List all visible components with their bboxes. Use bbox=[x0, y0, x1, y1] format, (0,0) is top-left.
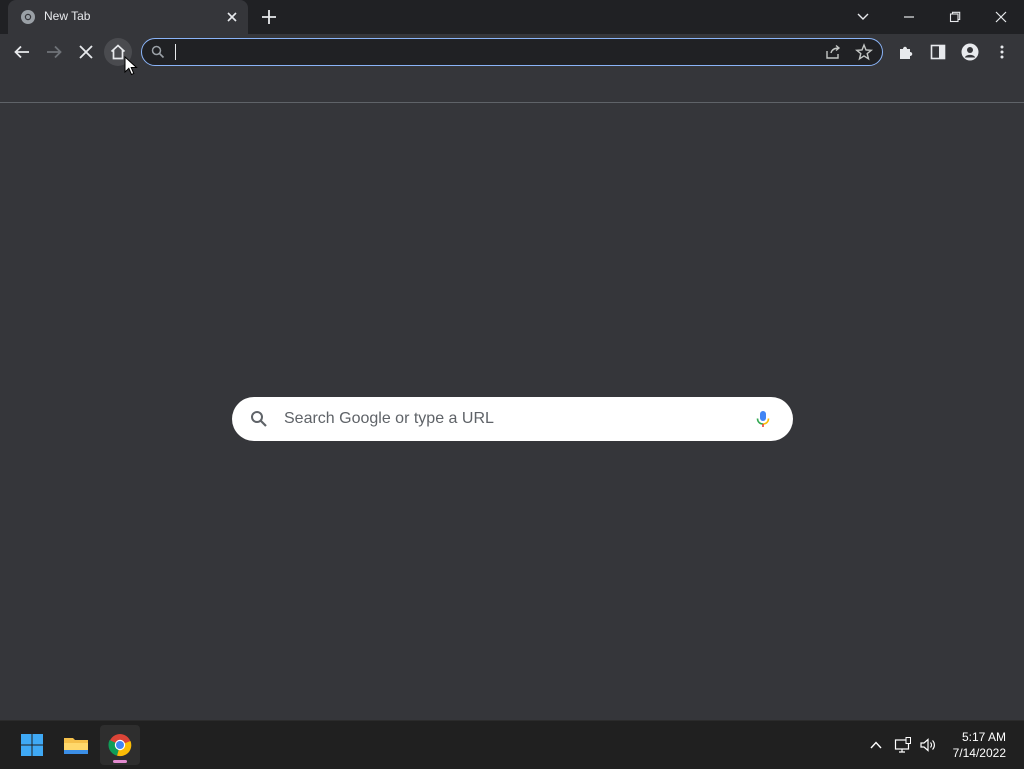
tab-title: New Tab bbox=[44, 9, 91, 23]
title-bar: New Tab bbox=[0, 0, 1024, 34]
ntp-search-placeholder: Search Google or type a URL bbox=[284, 410, 494, 427]
chevron-down-icon bbox=[857, 13, 869, 20]
toolbar bbox=[0, 34, 1024, 70]
microphone-icon[interactable] bbox=[753, 409, 773, 429]
windows-logo-icon bbox=[21, 734, 43, 756]
back-button[interactable] bbox=[8, 38, 36, 66]
chrome-taskbar-button[interactable] bbox=[100, 725, 140, 765]
share-icon[interactable] bbox=[824, 43, 842, 61]
arrow-right-icon bbox=[47, 45, 62, 59]
new-tab-icon bbox=[21, 10, 35, 24]
start-button[interactable] bbox=[12, 725, 52, 765]
arrow-left-icon bbox=[14, 45, 29, 59]
close-window-button[interactable] bbox=[978, 0, 1024, 34]
close-icon bbox=[995, 11, 1007, 23]
kebab-menu-icon bbox=[1000, 45, 1004, 59]
stop-icon bbox=[79, 45, 93, 59]
mouse-cursor-icon bbox=[124, 56, 138, 76]
side-panel-button[interactable] bbox=[924, 38, 952, 66]
restore-button[interactable] bbox=[932, 0, 978, 34]
clock-date: 7/14/2022 bbox=[952, 746, 1006, 760]
bookmarks-bar bbox=[0, 70, 1024, 103]
file-explorer-button[interactable] bbox=[56, 725, 96, 765]
volume-button[interactable] bbox=[918, 735, 938, 755]
stop-button[interactable] bbox=[72, 38, 100, 66]
tab-search-button[interactable] bbox=[840, 0, 886, 34]
volume-icon bbox=[920, 738, 935, 752]
search-icon bbox=[151, 45, 165, 59]
tab-new-tab[interactable]: New Tab bbox=[8, 0, 248, 34]
active-app-indicator bbox=[113, 760, 127, 763]
minimize-button[interactable] bbox=[886, 0, 932, 34]
restore-icon bbox=[949, 11, 961, 23]
network-icon bbox=[894, 737, 911, 753]
forward-button[interactable] bbox=[40, 38, 68, 66]
text-caret bbox=[175, 44, 176, 60]
profile-button[interactable] bbox=[956, 38, 984, 66]
chevron-up-icon bbox=[870, 741, 882, 749]
chrome-icon bbox=[108, 734, 132, 757]
side-panel-icon bbox=[930, 44, 946, 60]
address-bar[interactable] bbox=[141, 38, 883, 66]
minimize-icon bbox=[904, 16, 914, 18]
close-icon[interactable] bbox=[224, 9, 240, 25]
network-button[interactable] bbox=[893, 735, 913, 755]
profile-icon bbox=[961, 43, 979, 61]
star-icon[interactable] bbox=[855, 43, 873, 61]
show-hidden-icons-button[interactable] bbox=[866, 735, 886, 755]
clock-time: 5:17 AM bbox=[961, 730, 1006, 744]
system-clock[interactable]: 5:17 AM 7/14/2022 bbox=[953, 729, 1006, 761]
puzzle-icon bbox=[900, 46, 913, 59]
address-input[interactable] bbox=[174, 41, 814, 63]
search-icon bbox=[251, 411, 267, 427]
menu-button[interactable] bbox=[988, 38, 1016, 66]
new-tab-button[interactable] bbox=[258, 6, 280, 28]
extensions-button[interactable] bbox=[892, 38, 920, 66]
new-tab-page: Search Google or type a URL bbox=[0, 103, 1024, 720]
folder-icon bbox=[64, 738, 88, 754]
taskbar: 5:17 AM 7/14/2022 bbox=[0, 720, 1024, 769]
ntp-search-box[interactable]: Search Google or type a URL bbox=[232, 397, 793, 441]
